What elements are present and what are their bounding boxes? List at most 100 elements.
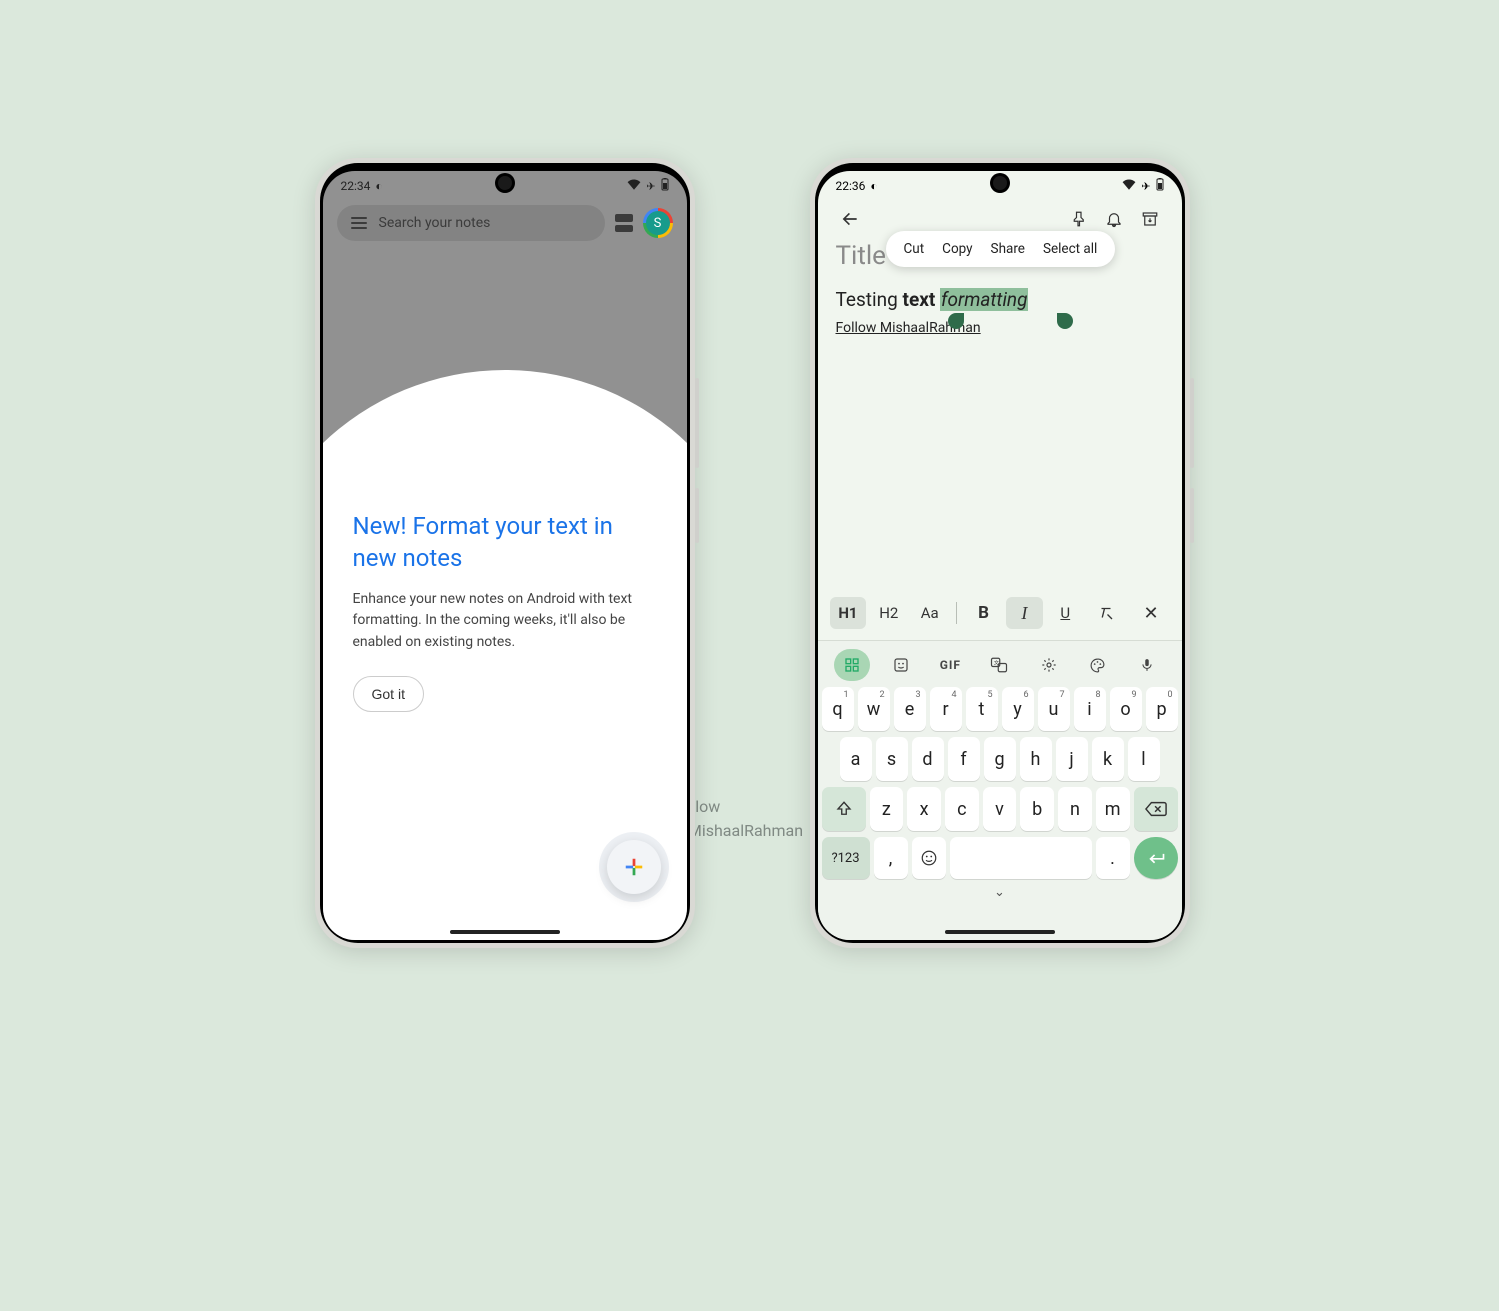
key-o[interactable]: o9	[1110, 687, 1142, 731]
status-time: 22:36	[836, 179, 866, 193]
note-body[interactable]: Testing text formatting Follow MishaalRa…	[836, 287, 1164, 338]
nav-pill[interactable]	[450, 930, 560, 934]
key-m[interactable]: m	[1096, 787, 1130, 831]
phone-right: 22:36 ◐ ✈	[810, 158, 1190, 948]
archive-icon[interactable]	[1132, 201, 1168, 237]
key-c[interactable]: c	[945, 787, 979, 831]
format-toolbar: H1 H2 Aa B I U ✕	[824, 593, 1176, 633]
key-f[interactable]: f	[948, 737, 980, 781]
kb-grid-icon[interactable]	[834, 649, 870, 681]
status-dnd-icon: ◐	[375, 179, 382, 193]
key-space[interactable]	[950, 837, 1092, 879]
key-q[interactable]: q1	[822, 687, 854, 731]
key-symbols[interactable]: ?123	[822, 837, 870, 879]
svg-text:文: 文	[994, 658, 1000, 666]
key-b[interactable]: b	[1020, 787, 1054, 831]
fmt-sep	[956, 602, 957, 624]
promo-heading: New! Format your text in new notes	[353, 510, 657, 575]
kb-settings-icon[interactable]	[1031, 649, 1067, 681]
back-icon[interactable]	[832, 201, 868, 237]
kb-row-4: ?123 , .	[822, 837, 1178, 879]
key-backspace[interactable]	[1134, 787, 1178, 831]
phone-left: 22:34 ◐ ✈	[315, 158, 695, 948]
fmt-underline[interactable]: U	[1047, 597, 1084, 629]
kb-mic-icon[interactable]	[1129, 649, 1165, 681]
fmt-italic[interactable]: I	[1006, 597, 1043, 629]
note-area[interactable]: Cut Copy Share Select all Title Testing …	[818, 241, 1182, 338]
keyboard: GIF 文 q1w2e3r4t5y6u7i8o9p0 asdfghjkl zxc…	[818, 640, 1182, 940]
kb-row-3: zxcvbnm	[822, 787, 1178, 831]
search-input[interactable]: Search your notes	[337, 205, 605, 241]
key-shift[interactable]	[822, 787, 866, 831]
ctx-selectall[interactable]: Select all	[1043, 241, 1097, 257]
key-w[interactable]: w2	[858, 687, 890, 731]
status-time: 22:34	[341, 179, 371, 193]
promo-body: Enhance your new notes on Android with t…	[353, 589, 657, 654]
kb-translate-icon[interactable]: 文	[981, 649, 1017, 681]
key-k[interactable]: k	[1092, 737, 1124, 781]
ctx-share[interactable]: Share	[991, 241, 1025, 257]
key-z[interactable]: z	[870, 787, 904, 831]
key-j[interactable]: j	[1056, 737, 1088, 781]
fmt-close[interactable]: ✕	[1133, 597, 1170, 629]
got-it-button[interactable]: Got it	[353, 676, 424, 712]
key-h[interactable]: h	[1020, 737, 1052, 781]
key-s[interactable]: s	[876, 737, 908, 781]
key-enter[interactable]	[1134, 837, 1178, 879]
key-l[interactable]: l	[1128, 737, 1160, 781]
plus-icon	[623, 856, 645, 878]
follow-link[interactable]: Follow MishaalRahman	[836, 319, 1164, 338]
fmt-clear[interactable]	[1088, 597, 1125, 629]
key-n[interactable]: n	[1058, 787, 1092, 831]
fmt-h2[interactable]: H2	[870, 597, 907, 629]
new-note-fab[interactable]	[607, 840, 661, 894]
fmt-h1[interactable]: H1	[830, 597, 867, 629]
key-r[interactable]: r4	[930, 687, 962, 731]
kb-toolbar: GIF 文	[822, 647, 1178, 687]
key-u[interactable]: u7	[1038, 687, 1070, 731]
wifi-icon	[627, 179, 641, 193]
airplane-icon: ✈	[1141, 180, 1150, 193]
key-d[interactable]: d	[912, 737, 944, 781]
status-dnd-icon: ◐	[870, 179, 877, 193]
selection-handle-start[interactable]	[948, 313, 964, 329]
view-toggle-icon[interactable]	[615, 214, 633, 232]
key-v[interactable]: v	[983, 787, 1017, 831]
key-comma[interactable]: ,	[874, 837, 908, 879]
promo-sheet: New! Format your text in new notes Enhan…	[323, 460, 687, 940]
kb-gif-icon[interactable]: GIF	[932, 649, 968, 681]
key-period[interactable]: .	[1096, 837, 1130, 879]
hamburger-icon[interactable]	[351, 217, 367, 229]
fmt-bold[interactable]: B	[965, 597, 1002, 629]
title-placeholder[interactable]: Title	[836, 241, 886, 271]
avatar[interactable]: S	[643, 208, 673, 238]
battery-icon	[1156, 178, 1164, 194]
key-e[interactable]: e3	[894, 687, 926, 731]
kb-collapse[interactable]: ⌄	[822, 885, 1178, 900]
avatar-letter: S	[646, 211, 670, 235]
key-emoji[interactable]	[912, 837, 946, 879]
wifi-icon	[1122, 179, 1136, 193]
key-y[interactable]: y6	[1002, 687, 1034, 731]
word-testing: Testing	[836, 288, 903, 311]
search-row: Search your notes S	[323, 197, 687, 249]
selection-handle-end[interactable]	[1057, 313, 1073, 329]
word-formatting: formatting	[940, 288, 1028, 311]
context-menu: Cut Copy Share Select all	[886, 231, 1116, 267]
airplane-icon: ✈	[646, 180, 655, 193]
battery-icon	[661, 178, 669, 194]
ctx-copy[interactable]: Copy	[942, 241, 972, 257]
ctx-cut[interactable]: Cut	[904, 241, 925, 257]
key-x[interactable]: x	[907, 787, 941, 831]
fmt-aa[interactable]: Aa	[911, 597, 948, 629]
key-p[interactable]: p0	[1146, 687, 1178, 731]
kb-sticker-icon[interactable]	[883, 649, 919, 681]
key-a[interactable]: a	[840, 737, 872, 781]
key-t[interactable]: t5	[966, 687, 998, 731]
kb-row-1: q1w2e3r4t5y6u7i8o9p0	[822, 687, 1178, 731]
key-i[interactable]: i8	[1074, 687, 1106, 731]
nav-pill[interactable]	[945, 930, 1055, 934]
key-g[interactable]: g	[984, 737, 1016, 781]
kb-row-2: asdfghjkl	[822, 737, 1178, 781]
kb-palette-icon[interactable]	[1080, 649, 1116, 681]
